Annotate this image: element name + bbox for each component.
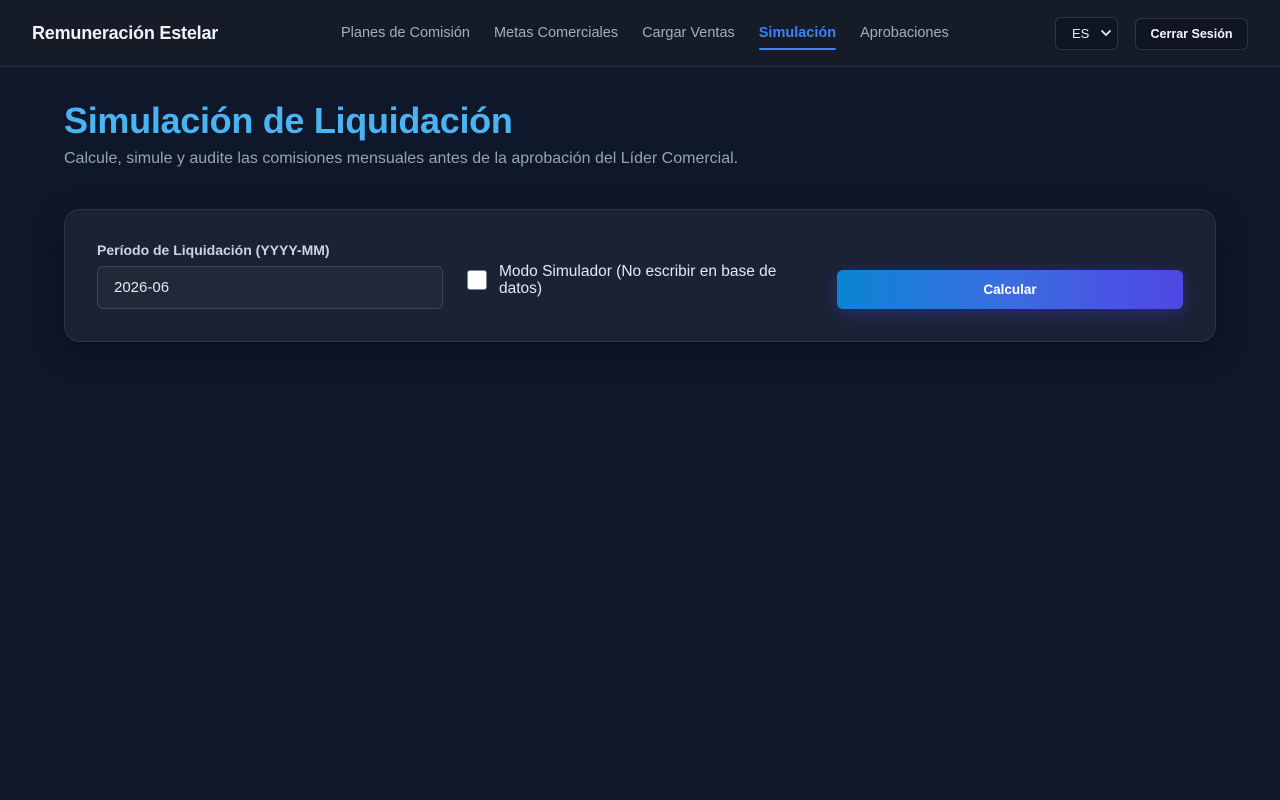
settlement-form-card: Período de Liquidación (YYYY-MM) 2026-06… <box>64 209 1216 342</box>
nav-item-approvals[interactable]: Aprobaciones <box>860 0 949 66</box>
nav-item-commission-plans[interactable]: Planes de Comisión <box>341 0 470 66</box>
chevron-down-icon <box>1101 28 1111 40</box>
page-subtitle: Calcule, simule y audite las comisiones … <box>64 150 739 167</box>
logout-button[interactable]: Cerrar Sesión <box>1135 17 1248 50</box>
nav-item-simulation[interactable]: Simulación <box>758 0 837 66</box>
main-content: Simulación de Liquidación Calcule, simul… <box>0 67 1280 342</box>
page-title: Simulación de Liquidación <box>64 100 513 141</box>
top-navbar: Remuneración Estelar Planes de Comisión … <box>0 0 1280 67</box>
calculate-button[interactable]: Calcular <box>837 270 1183 309</box>
simulator-mode-checkbox[interactable] <box>467 270 487 290</box>
period-input[interactable]: 2026-06 <box>97 266 443 309</box>
nav-item-upload-sales[interactable]: Cargar Ventas <box>642 0 735 66</box>
nav-item-sales-goals[interactable]: Metas Comerciales <box>494 0 618 66</box>
language-select[interactable]: ES <box>1055 17 1118 50</box>
language-value: ES <box>1072 26 1090 41</box>
simulator-mode-label: Modo Simulador (No escribir en base de d… <box>499 263 777 297</box>
brand-title: Remuneración Estelar <box>32 22 219 43</box>
header-controls: ES Cerrar Sesión <box>1055 17 1248 50</box>
main-nav: Planes de Comisión Metas Comerciales Car… <box>341 0 949 66</box>
period-label: Período de Liquidación (YYYY-MM) <box>97 242 330 258</box>
